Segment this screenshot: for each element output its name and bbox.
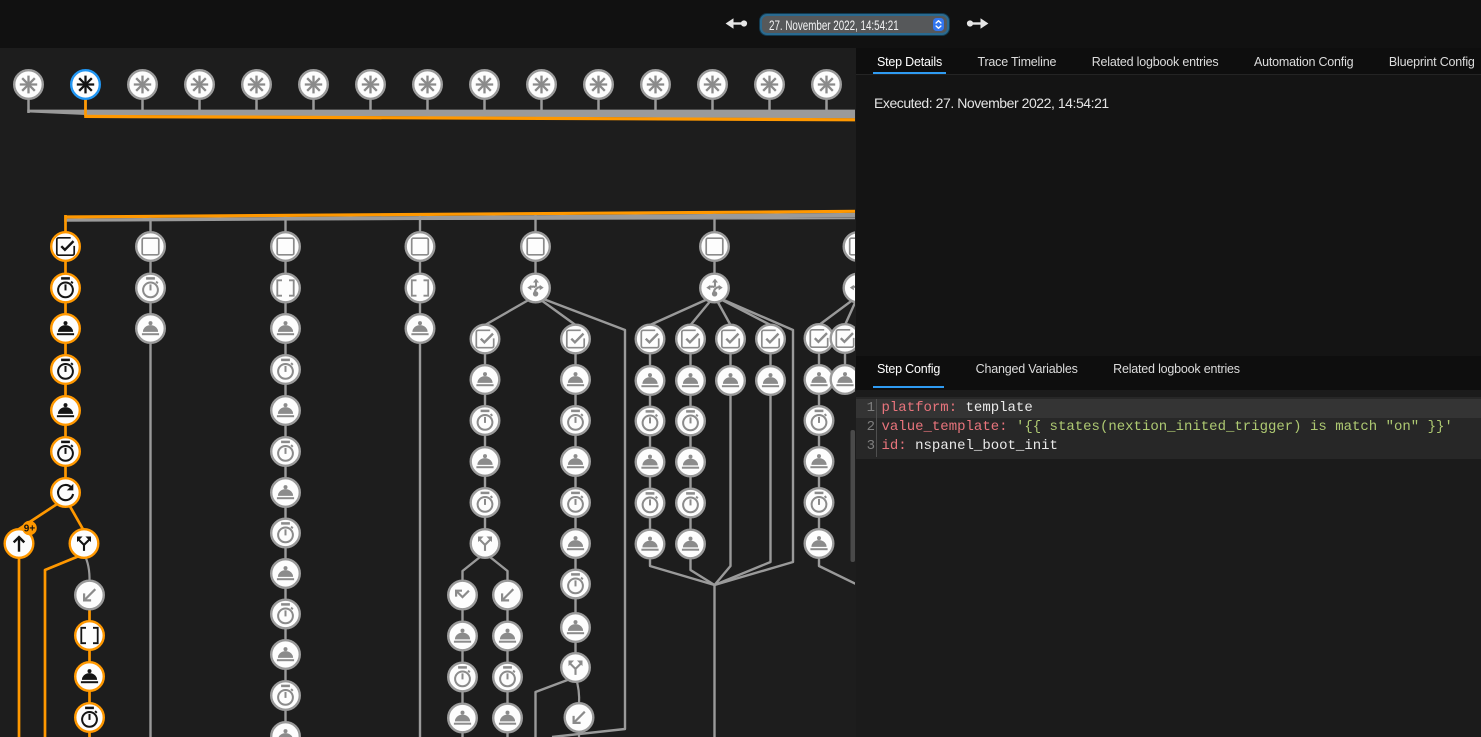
svg-text:9+: 9+: [24, 523, 36, 534]
